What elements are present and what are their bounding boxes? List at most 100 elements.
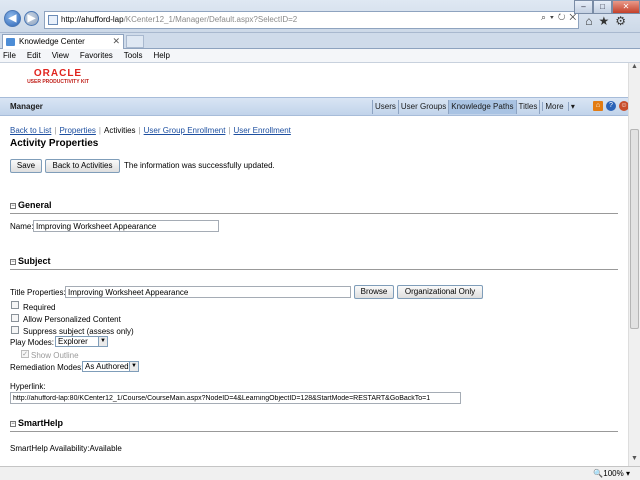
scroll-down-icon[interactable]: ▼: [629, 455, 640, 466]
hyperlink-label: Hyperlink:: [10, 382, 46, 391]
name-field[interactable]: [33, 220, 219, 232]
menu-favorites[interactable]: Favorites: [80, 51, 113, 60]
chevron-down-icon: ▼: [98, 337, 107, 346]
nav-more-label: More: [542, 102, 566, 111]
search-icon[interactable]: ⌕: [541, 12, 550, 22]
smarthelp-availability: SmartHelp Availability:Available: [10, 444, 122, 453]
home-icon[interactable]: ⌂: [585, 14, 598, 28]
oracle-logo: ORACLE USER PRODUCTIVITY KIT: [18, 68, 98, 86]
breadcrumb-nav: Back to List | Properties | Activities | User …: [10, 126, 294, 135]
refresh-icon[interactable]: ↻: [558, 12, 570, 22]
tab-favicon-icon: [6, 38, 15, 46]
favorites-star-icon[interactable]: ★: [598, 14, 615, 28]
show-outline-checkbox: ✓: [21, 350, 29, 358]
smarthelp-availability-value: Available: [89, 444, 122, 453]
play-modes-select[interactable]: Explorer ▼: [55, 336, 108, 347]
title-properties-label: Title Properties:: [10, 288, 66, 297]
organizational-only-button[interactable]: Organizational Only: [397, 285, 483, 299]
subject-section-header[interactable]: − Subject: [10, 256, 51, 266]
allow-personalized-label: Allow Personalized Content: [23, 315, 121, 324]
general-section-header[interactable]: − General: [10, 200, 52, 210]
new-tab-button[interactable]: [126, 35, 144, 48]
suppress-subject-label: Suppress subject (assess only): [23, 327, 134, 336]
divider: [10, 269, 618, 270]
tab-knowledge-center[interactable]: Knowledge Center ✕: [2, 34, 124, 49]
divider: [10, 213, 618, 214]
nav-titles[interactable]: Titles: [515, 100, 540, 114]
menu-file[interactable]: File: [3, 51, 16, 60]
minimize-icon[interactable]: –: [574, 0, 593, 14]
tools-gear-icon[interactable]: ⚙: [615, 14, 632, 28]
remediation-modes-label: Remediation Modes:: [10, 363, 84, 372]
collapse-icon[interactable]: −: [10, 203, 16, 209]
chevron-down-icon: ▾: [625, 469, 630, 478]
address-path: /KCenter12_1/Manager/Default.aspx?Select…: [123, 15, 298, 24]
nav-knowledge-paths[interactable]: Knowledge Paths: [448, 100, 516, 114]
forward-arrow-icon[interactable]: ▶: [24, 11, 39, 26]
back-to-list-link[interactable]: Back to List: [10, 126, 51, 135]
address-bar[interactable]: http://ahufford-lap/KCenter12_1/Manager/…: [44, 11, 579, 29]
menu-tools[interactable]: Tools: [124, 51, 143, 60]
tab-close-icon[interactable]: ✕: [112, 35, 120, 48]
status-bar: 🔍100% ▾: [0, 466, 640, 480]
separator: |: [228, 126, 231, 135]
user-enrollment-link[interactable]: User Enrollment: [234, 126, 291, 135]
nav-more[interactable]: More ▾: [539, 100, 578, 114]
remediation-modes-value: As Authored: [85, 362, 129, 371]
vertical-scrollbar[interactable]: ▲ ▼: [628, 63, 640, 466]
subject-heading: Subject: [18, 256, 51, 266]
zoom-value: 100%: [603, 469, 624, 478]
suppress-subject-checkbox[interactable]: [11, 326, 19, 334]
product-name: USER PRODUCTIVITY KIT: [27, 79, 89, 85]
address-host: http://ahufford-lap: [61, 15, 124, 24]
oracle-wordmark: ORACLE: [33, 68, 83, 79]
close-window-icon[interactable]: ✕: [612, 0, 640, 14]
separator: |: [98, 126, 101, 135]
chevron-down-icon: ▼: [129, 362, 138, 371]
back-arrow-icon[interactable]: ◀: [4, 10, 21, 27]
remediation-modes-select[interactable]: As Authored ▼: [82, 361, 139, 372]
required-checkbox[interactable]: [11, 301, 19, 309]
dropdown-icon[interactable]: ▾: [550, 12, 558, 22]
menu-view[interactable]: View: [52, 51, 69, 60]
activities-current: Activities: [103, 126, 136, 135]
properties-link[interactable]: Properties: [59, 126, 95, 135]
collapse-icon[interactable]: −: [10, 421, 16, 427]
required-label: Required: [23, 303, 56, 312]
browse-button[interactable]: Browse: [354, 285, 394, 299]
user-settings-icon[interactable]: ☺: [619, 101, 628, 111]
maximize-icon[interactable]: □: [593, 0, 612, 14]
back-to-activities-button[interactable]: Back to Activities: [45, 159, 120, 173]
menu-help[interactable]: Help: [153, 51, 169, 60]
zoom-control[interactable]: 🔍100% ▾: [593, 469, 630, 478]
smarthelp-section-header[interactable]: − SmartHelp: [10, 418, 63, 428]
menu-bar: File Edit View Favorites Tools Help: [0, 49, 640, 63]
nav-users[interactable]: Users: [372, 100, 398, 114]
page-title: Activity Properties: [10, 138, 99, 149]
manager-header: Manager Users User Groups Knowledge Path…: [0, 97, 628, 116]
save-button[interactable]: Save: [10, 159, 42, 173]
window-controls: – □ ✕: [574, 0, 640, 14]
scroll-thumb[interactable]: [630, 129, 639, 329]
page-icon: [48, 15, 58, 25]
separator: |: [54, 126, 57, 135]
home-icon[interactable]: ⌂: [593, 101, 603, 111]
scroll-up-icon[interactable]: ▲: [629, 63, 640, 74]
user-group-enrollment-link[interactable]: User Group Enrollment: [144, 126, 226, 135]
separator: |: [138, 126, 141, 135]
tab-bar: Knowledge Center ✕: [0, 33, 640, 49]
help-icon[interactable]: ?: [606, 101, 616, 111]
nav-user-groups[interactable]: User Groups: [397, 100, 448, 114]
allow-personalized-checkbox[interactable]: [11, 314, 19, 322]
title-properties-field[interactable]: [65, 286, 351, 298]
browser-toolbar: ◀ ▶ http://ahufford-lap/KCenter12_1/Mana…: [0, 0, 640, 33]
hyperlink-field[interactable]: [10, 392, 461, 404]
header-icons: ⌂ ? ☺: [593, 101, 628, 111]
play-modes-value: Explorer: [58, 337, 88, 346]
menu-edit[interactable]: Edit: [27, 51, 41, 60]
browser-right-icons: ⌂★⚙: [585, 14, 632, 28]
collapse-icon[interactable]: −: [10, 259, 16, 265]
show-outline-label: Show Outline: [31, 351, 79, 360]
smarthelp-availability-label: SmartHelp Availability:: [10, 444, 90, 453]
divider: [10, 431, 618, 432]
